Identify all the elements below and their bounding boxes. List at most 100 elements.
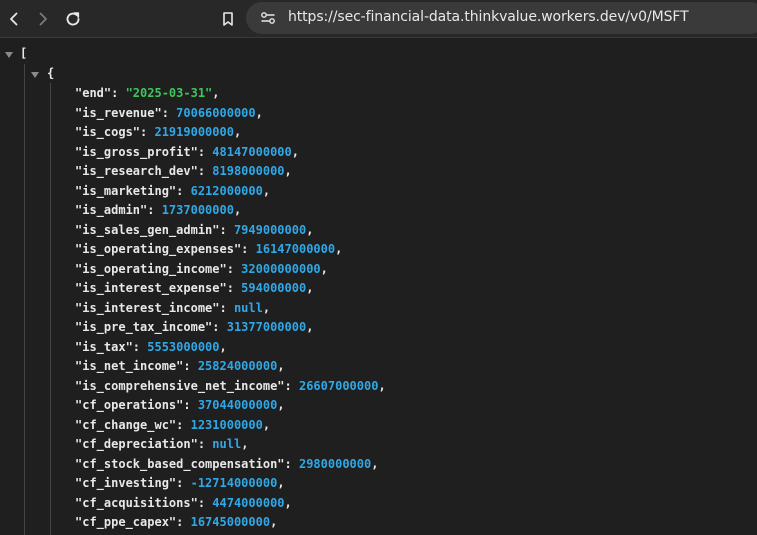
json-key: "is_pre_tax_income": [75, 320, 213, 334]
json-colon: :: [226, 281, 242, 295]
json-value: null: [212, 437, 242, 451]
object-open-brace: {: [47, 66, 55, 80]
json-value: "2025-03-31": [125, 86, 213, 100]
back-button[interactable]: [2, 7, 26, 31]
json-comma: ,: [306, 222, 314, 237]
json-colon: :: [284, 378, 299, 393]
json-colon: :: [183, 359, 198, 373]
json-entry: "is_net_income": 25824000000,: [75, 357, 285, 376]
json-key: "is_research_dev": [75, 164, 198, 178]
json-comma: ,: [270, 515, 278, 529]
json-comma: ,: [306, 320, 314, 334]
json-key: "is_net_income": [75, 359, 184, 373]
json-entry: "cf_investing": -12714000000,: [75, 474, 285, 493]
json-comma: ,: [219, 339, 227, 354]
json-key: "cf_acquisitions": [75, 495, 198, 510]
json-colon: :: [197, 164, 213, 178]
json-entry: "end": "2025-03-31",: [75, 84, 220, 103]
json-key: "is_sales_gen_admin": [75, 222, 220, 237]
json-key: "is_gross_profit": [75, 144, 198, 159]
json-colon: :: [111, 86, 126, 100]
json-comma: ,: [306, 281, 314, 295]
json-key: "cf_depreciation": [75, 437, 198, 451]
json-comma: ,: [212, 86, 220, 100]
json-comma: ,: [277, 398, 285, 412]
json-colon: :: [226, 261, 242, 276]
json-value: 1737000000: [161, 203, 234, 217]
chevron-right-icon: [39, 12, 47, 26]
json-entry: "cf_operations": 37044000000,: [75, 396, 285, 415]
json-key: "cf_investing": [75, 476, 177, 490]
url-text: https://sec-financial-data.thinkvalue.wo…: [288, 9, 689, 25]
site-settings-icon[interactable]: [260, 10, 276, 26]
json-comma: ,: [262, 300, 271, 315]
json-value: 37044000000: [197, 398, 278, 412]
json-comma: ,: [371, 456, 379, 471]
json-value: 4474000000: [212, 495, 285, 510]
json-colon: :: [183, 398, 198, 412]
json-key: "cf_stock_based_compensation": [75, 456, 285, 471]
bookmark-button[interactable]: [216, 7, 240, 31]
json-colon: :: [241, 242, 256, 256]
json-key: "cf_ppe_capex": [75, 515, 177, 529]
json-comma: ,: [335, 242, 343, 256]
json-colon: :: [176, 183, 191, 198]
json-colon: :: [147, 203, 162, 217]
json-entry: "is_cogs": 21919000000,: [75, 123, 241, 142]
json-entry: "is_gross_profit": 48147000000,: [75, 143, 299, 162]
json-value: 32000000000: [241, 261, 321, 276]
json-colon: :: [176, 476, 191, 490]
json-entry: "is_sales_gen_admin": 7949000000,: [75, 221, 313, 240]
json-comma: ,: [277, 359, 285, 373]
json-entry: "cf_stock_based_compensation": 298000000…: [75, 455, 378, 474]
json-comma: ,: [241, 437, 249, 451]
json-colon: :: [197, 437, 213, 451]
json-entry: "is_research_dev": 8198000000,: [75, 162, 292, 181]
json-colon: :: [197, 144, 213, 159]
json-comma: ,: [233, 203, 242, 217]
json-key: "is_admin": [75, 203, 148, 217]
json-value: 2980000000: [298, 456, 372, 471]
forward-button[interactable]: [31, 7, 55, 31]
json-comma: ,: [284, 164, 292, 178]
json-entry: "is_admin": 1737000000,: [75, 201, 241, 220]
json-value: 5553000000: [147, 339, 220, 354]
json-key: "cf_operations": [75, 398, 184, 412]
json-comma: ,: [378, 378, 386, 393]
json-entry: "cf_ppe_capex": 16745000000,: [75, 513, 277, 532]
reload-icon: [66, 12, 80, 26]
reload-button[interactable]: [61, 7, 85, 31]
json-key: "is_cogs": [75, 125, 141, 139]
json-colon: :: [219, 222, 234, 237]
collapse-object-toggle[interactable]: [31, 72, 39, 78]
json-key: "is_marketing": [75, 183, 177, 198]
json-value: 70066000000: [176, 105, 256, 120]
json-key: "is_operating_expenses": [75, 242, 242, 256]
json-colon: :: [284, 456, 299, 471]
json-value: 26607000000: [298, 378, 379, 393]
json-colon: :: [219, 300, 234, 315]
json-value: 6212000000: [190, 183, 263, 198]
json-value: 16745000000: [190, 515, 271, 529]
json-key: "is_interest_income": [75, 300, 220, 315]
address-bar[interactable]: https://sec-financial-data.thinkvalue.wo…: [246, 2, 757, 34]
json-comma: ,: [277, 476, 285, 490]
json-colon: :: [212, 320, 227, 334]
json-colon: :: [176, 515, 191, 529]
json-entry: "is_revenue": 70066000000,: [75, 104, 263, 123]
json-comma: ,: [320, 261, 328, 276]
json-key: "is_operating_income": [75, 261, 227, 276]
array-indent-guide: [24, 64, 25, 535]
json-viewer: [ { "end": "2025-03-31", "is_revenue": 70…: [0, 38, 757, 535]
json-entry: "is_comprehensive_net_income": 266070000…: [75, 377, 386, 396]
json-colon: :: [176, 417, 191, 432]
json-value: 8198000000: [212, 164, 285, 178]
json-key: "cf_change_wc": [75, 417, 177, 432]
json-key: "is_revenue": [75, 105, 162, 120]
json-colon: :: [197, 495, 213, 510]
json-value: 48147000000: [212, 144, 292, 159]
json-value: 1231000000: [190, 417, 263, 432]
json-value: 31377000000: [226, 320, 307, 334]
collapse-array-toggle[interactable]: [5, 52, 13, 58]
json-entry: "is_interest_income": null,: [75, 299, 270, 318]
